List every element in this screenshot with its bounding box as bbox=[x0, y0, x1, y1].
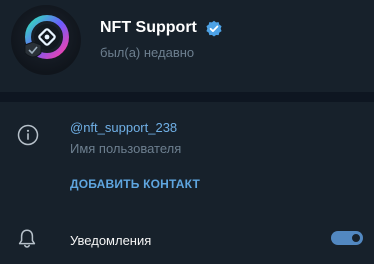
profile-name: NFT Support bbox=[100, 19, 197, 36]
profile-header: NFT Support был(а) недавно bbox=[0, 0, 374, 92]
username-value[interactable]: @nft_support_238 bbox=[70, 120, 177, 135]
profile-status: был(а) недавно bbox=[100, 45, 195, 60]
info-icon bbox=[17, 124, 39, 146]
add-contact-button[interactable]: ДОБАВИТЬ КОНТАКТ bbox=[70, 177, 200, 191]
notifications-toggle[interactable] bbox=[331, 231, 363, 245]
avatar[interactable] bbox=[11, 5, 81, 75]
nft-logo-icon bbox=[24, 15, 69, 59]
section-divider bbox=[0, 92, 374, 102]
verified-badge-icon bbox=[206, 20, 222, 37]
notifications-label: Уведомления bbox=[70, 233, 152, 248]
bell-icon bbox=[18, 229, 36, 248]
username-label: Имя пользователя bbox=[70, 141, 182, 156]
toggle-knob bbox=[350, 232, 362, 244]
